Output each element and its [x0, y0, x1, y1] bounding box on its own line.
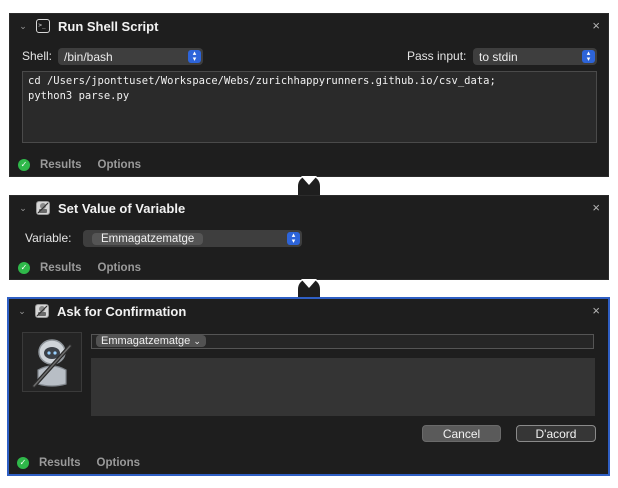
popup-stepper-icon: ▴ ▾ — [188, 50, 201, 63]
automator-app-icon — [22, 332, 82, 392]
token-chevron-icon: ⌄ — [193, 336, 201, 346]
variable-token: Emmagatzematge — [92, 232, 204, 245]
variable-popup[interactable]: Emmagatzematge ▴ ▾ — [83, 230, 302, 247]
message-field[interactable]: Emmagatzematge ⌄ — [91, 334, 594, 349]
close-icon[interactable]: × — [592, 200, 600, 215]
set-variable-action[interactable]: ⌄ Set Value of Variable × Variable: Emma… — [9, 195, 609, 280]
collapse-chevron-icon[interactable]: ⌄ — [16, 203, 30, 214]
pass-input-popup[interactable]: to stdin ▴ ▾ — [473, 48, 597, 65]
action-footer: ✓ Results Options — [18, 262, 141, 274]
collapse-chevron-icon[interactable]: ⌄ — [16, 21, 30, 32]
ask-for-confirmation-action[interactable]: ⌄ Ask for Confirmation × Emmagatzematge … — [7, 297, 610, 476]
action-footer: ✓ Results Options — [18, 159, 141, 171]
pass-input-value: to stdin — [479, 49, 518, 64]
shell-popup[interactable]: /bin/bash ▴ ▾ — [58, 48, 203, 65]
success-check-icon: ✓ — [18, 262, 30, 274]
shell-value: /bin/bash — [64, 49, 113, 64]
action-title: Ask for Confirmation — [57, 303, 187, 319]
automator-robot-icon — [36, 201, 50, 215]
token-label: Emmagatzematge — [101, 335, 191, 347]
shell-label: Shell: — [22, 49, 53, 63]
action-header[interactable]: ⌄ Ask for Confirmation — [9, 299, 608, 323]
options-tab[interactable]: Options — [97, 457, 140, 469]
collapse-chevron-icon[interactable]: ⌄ — [15, 306, 29, 317]
action-footer: ✓ Results Options — [17, 457, 140, 469]
terminal-icon: >_ — [36, 19, 50, 33]
pass-input-label: Pass input: — [407, 49, 467, 63]
success-check-icon: ✓ — [18, 159, 30, 171]
script-line: python3 parse.py — [28, 90, 130, 102]
close-icon[interactable]: × — [592, 18, 600, 33]
script-line: cd /Users/jponttuset/Workspace/Webs/zuri… — [28, 75, 496, 87]
results-tab[interactable]: Results — [39, 457, 81, 469]
success-check-icon: ✓ — [17, 457, 29, 469]
results-tab[interactable]: Results — [40, 159, 82, 171]
options-tab[interactable]: Options — [98, 159, 141, 171]
cancel-button[interactable]: Cancel — [422, 425, 501, 442]
popup-stepper-icon: ▴ ▾ — [582, 50, 595, 63]
variable-token[interactable]: Emmagatzematge ⌄ — [96, 335, 206, 347]
action-header[interactable]: ⌄ >_ Run Shell Script — [10, 14, 608, 38]
run-shell-script-action[interactable]: ⌄ >_ Run Shell Script × Shell: /bin/bash… — [9, 13, 609, 177]
action-title: Set Value of Variable — [58, 200, 186, 216]
action-header[interactable]: ⌄ Set Value of Variable — [10, 196, 608, 220]
description-field[interactable] — [91, 358, 595, 416]
ok-button[interactable]: D'acord — [516, 425, 596, 442]
options-tab[interactable]: Options — [98, 262, 141, 274]
variable-label: Variable: — [25, 231, 72, 245]
action-title: Run Shell Script — [58, 18, 159, 34]
close-icon[interactable]: × — [592, 303, 600, 318]
script-editor[interactable]: cd /Users/jponttuset/Workspace/Webs/zuri… — [22, 71, 597, 143]
results-tab[interactable]: Results — [40, 262, 82, 274]
popup-stepper-icon: ▴ ▾ — [287, 232, 300, 245]
automator-robot-icon — [35, 304, 49, 318]
